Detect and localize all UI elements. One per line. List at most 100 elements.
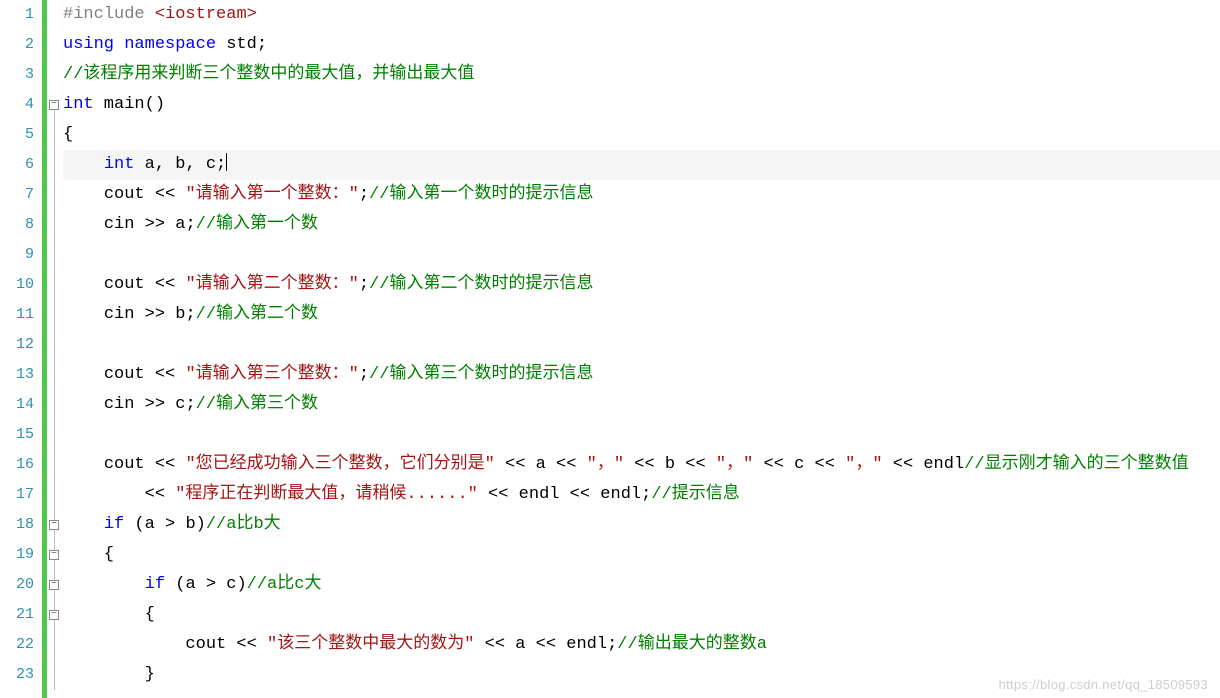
code-line[interactable]: if (a > c)//a比c大: [63, 570, 1220, 600]
code-token: int: [104, 155, 135, 174]
code-token: <<: [474, 635, 515, 654]
line-number: 11: [0, 300, 34, 330]
line-number: 13: [0, 360, 34, 390]
code-line[interactable]: cin >> a;//输入第一个数: [63, 210, 1220, 240]
code-line[interactable]: [63, 330, 1220, 360]
code-token: "请输入第一个整数：": [185, 185, 358, 204]
code-token: [63, 305, 104, 324]
fold-toggle-icon[interactable]: [49, 580, 59, 590]
code-token: ,: [155, 155, 175, 174]
code-token: endl: [600, 485, 641, 504]
code-token: ;: [359, 275, 369, 294]
code-token: c: [226, 575, 236, 594]
code-token: cin: [104, 305, 135, 324]
code-token: cout: [185, 635, 226, 654]
code-token: if: [145, 575, 165, 594]
code-token: ;: [641, 485, 651, 504]
code-line[interactable]: if (a > b)//a比b大: [63, 510, 1220, 540]
line-number: 1: [0, 0, 34, 30]
line-number: 23: [0, 660, 34, 690]
code-line[interactable]: using namespace std;: [63, 30, 1220, 60]
code-token: ;: [185, 305, 195, 324]
code-token: [63, 485, 145, 504]
code-token: //输入第二个数时的提示信息: [369, 275, 593, 294]
code-token: "，": [587, 455, 624, 474]
line-number: 6: [0, 150, 34, 180]
fold-toggle-icon[interactable]: [49, 610, 59, 620]
line-number: 18: [0, 510, 34, 540]
line-number: 12: [0, 330, 34, 360]
code-token: //输入第三个数时的提示信息: [369, 365, 593, 384]
code-line[interactable]: cout << "该三个整数中最大的数为" << a << endl;//输出最…: [63, 630, 1220, 660]
code-line[interactable]: cout << "您已经成功输入三个整数，它们分别是" << a << "，" …: [63, 450, 1220, 480]
code-token: "该三个整数中最大的数为": [267, 635, 474, 654]
code-token: b: [175, 305, 185, 324]
code-token: //提示信息: [651, 485, 739, 504]
code-token: b: [175, 155, 185, 174]
code-token: ;: [359, 365, 369, 384]
line-number: 3: [0, 60, 34, 90]
code-line[interactable]: int a, b, c;: [63, 150, 1220, 180]
code-token: (): [145, 95, 165, 114]
code-token: <<: [675, 455, 716, 474]
fold-toggle-icon[interactable]: [49, 550, 59, 560]
code-line[interactable]: {: [63, 600, 1220, 630]
code-line[interactable]: cin >> c;//输入第三个数: [63, 390, 1220, 420]
code-token: ): [236, 575, 246, 594]
line-number: 20: [0, 570, 34, 600]
code-token: ;: [257, 35, 267, 54]
code-token: a: [175, 215, 185, 234]
code-token: c: [175, 395, 185, 414]
code-token: ;: [185, 395, 195, 414]
code-line[interactable]: cout << "请输入第一个整数：";//输入第一个数时的提示信息: [63, 180, 1220, 210]
code-line[interactable]: cout << "请输入第二个整数：";//输入第二个数时的提示信息: [63, 270, 1220, 300]
line-number: 21: [0, 600, 34, 630]
code-token: cout: [104, 365, 145, 384]
code-token: a: [536, 455, 546, 474]
code-token: [63, 515, 104, 534]
code-token: #include: [63, 5, 155, 24]
code-token: a: [145, 515, 155, 534]
fold-column: [47, 0, 61, 698]
text-cursor: [226, 153, 227, 171]
line-number: 15: [0, 420, 34, 450]
code-line[interactable]: cout << "请输入第三个整数：";//输入第三个数时的提示信息: [63, 360, 1220, 390]
code-line[interactable]: {: [63, 540, 1220, 570]
code-token: <<: [145, 275, 186, 294]
fold-toggle-icon[interactable]: [49, 520, 59, 530]
code-token: [63, 635, 185, 654]
code-token: >>: [134, 215, 175, 234]
code-token: [63, 155, 104, 174]
code-line[interactable]: [63, 240, 1220, 270]
code-token: <<: [883, 455, 924, 474]
code-token: endl: [519, 485, 560, 504]
code-editor[interactable]: 1234567891011121314151617181920212223 #i…: [0, 0, 1220, 698]
code-token: cin: [104, 215, 135, 234]
code-token: endl: [566, 635, 607, 654]
fold-toggle-icon[interactable]: [49, 100, 59, 110]
code-token: a: [515, 635, 525, 654]
code-token: //该程序用来判断三个整数中的最大值，并输出最大值: [63, 65, 474, 84]
code-token: b: [665, 455, 675, 474]
code-line[interactable]: [63, 420, 1220, 450]
code-line[interactable]: int main(): [63, 90, 1220, 120]
line-number: 8: [0, 210, 34, 240]
code-token: [63, 275, 104, 294]
code-token: [63, 575, 145, 594]
code-line[interactable]: cin >> b;//输入第二个数: [63, 300, 1220, 330]
code-token: //a比b大: [206, 515, 281, 534]
code-token: //输出最大的整数a: [617, 635, 767, 654]
code-token: c: [206, 155, 216, 174]
code-line[interactable]: #include <iostream>: [63, 0, 1220, 30]
code-token: [63, 185, 104, 204]
line-number-gutter: 1234567891011121314151617181920212223: [0, 0, 42, 698]
code-line[interactable]: {: [63, 120, 1220, 150]
code-line[interactable]: << "程序正在判断最大值，请稍候......" << endl << endl…: [63, 480, 1220, 510]
code-token: [63, 395, 104, 414]
code-token: [63, 455, 104, 474]
code-token: ;: [607, 635, 617, 654]
code-token: a: [134, 155, 154, 174]
code-token: main: [94, 95, 145, 114]
code-area[interactable]: #include <iostream>using namespace std; /…: [61, 0, 1220, 698]
code-line[interactable]: //该程序用来判断三个整数中的最大值，并输出最大值: [63, 60, 1220, 90]
